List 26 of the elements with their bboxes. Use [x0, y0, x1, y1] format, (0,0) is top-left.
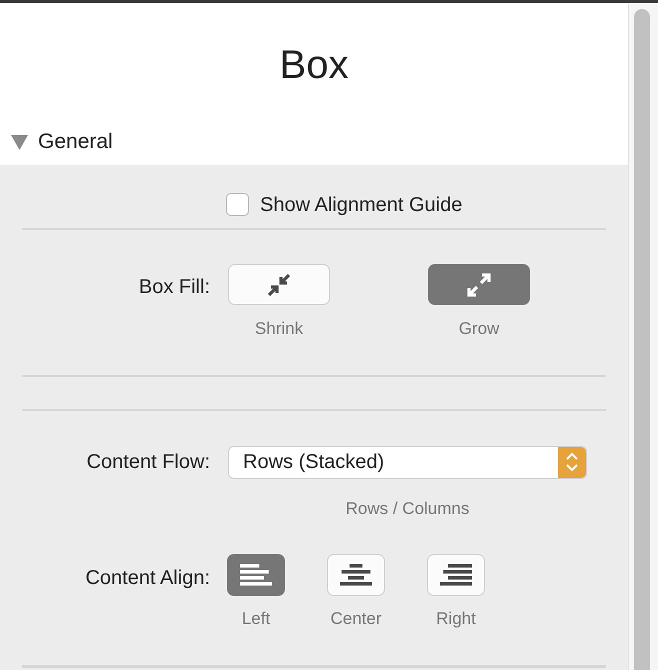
align-button[interactable] [327, 554, 385, 596]
field-label: Content Flow: [86, 450, 210, 475]
button-caption: Right [436, 608, 476, 630]
box-fill-button[interactable] [428, 264, 530, 305]
button-caption: Left [242, 608, 270, 630]
box-fill-button[interactable] [228, 264, 330, 305]
align-button[interactable] [227, 554, 285, 596]
align-left-icon [238, 562, 274, 588]
triangle-down-icon [11, 134, 28, 150]
field-caption: Rows / Columns [346, 498, 470, 520]
field-label: Content Align: [84, 566, 210, 591]
stepper-icon [558, 446, 586, 478]
checkbox[interactable] [226, 193, 249, 216]
content-flow-select[interactable]: Rows (Stacked) [228, 446, 587, 478]
align-button[interactable] [427, 554, 485, 596]
scrollbar-thumb[interactable] [634, 9, 650, 670]
align-right-icon [438, 562, 474, 588]
expand-arrows-icon [465, 270, 493, 298]
button-caption: Center [330, 608, 382, 630]
align-center-icon [338, 562, 374, 588]
panel-title: Box [278, 45, 350, 85]
field-label: Box Fill: [138, 275, 210, 300]
section-disclosure[interactable]: General [0, 129, 628, 155]
button-caption: Grow [458, 318, 500, 340]
button-caption: Shrink [254, 318, 304, 340]
checkbox-label: Show Alignment Guide [260, 192, 462, 218]
